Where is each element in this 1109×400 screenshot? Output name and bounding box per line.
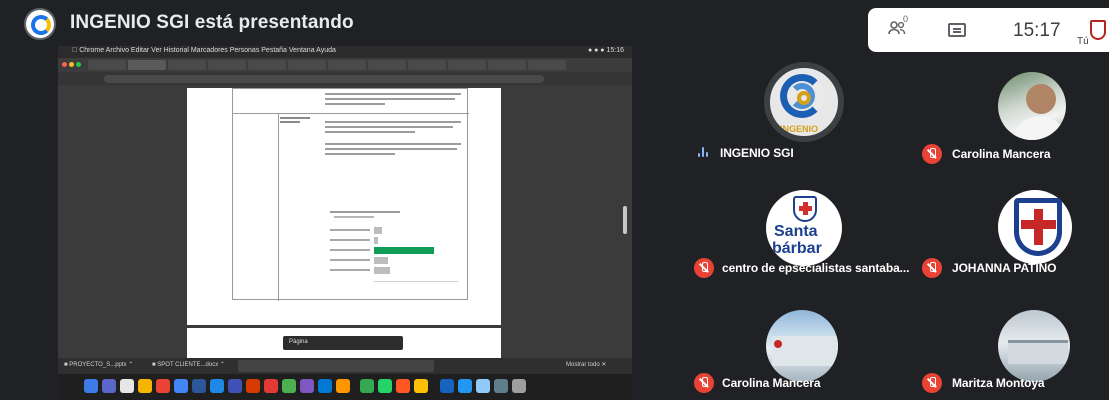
participant-name: Carolina Mancera (952, 147, 1051, 161)
participant-name: Carolina Mancera (722, 376, 821, 390)
embedded-chart (330, 211, 460, 289)
avatar (998, 310, 1070, 382)
avatar (766, 310, 838, 382)
self-label: Tú (1077, 36, 1089, 47)
browser-addressbar (58, 72, 632, 85)
mic-off-icon (922, 144, 942, 164)
mic-off-icon (694, 258, 714, 278)
presenter-avatar (24, 8, 56, 40)
participants-panel: INGENIO INGENIO SGI Carolina Mancera San… (686, 52, 1109, 400)
avatar: Santa bárbar (766, 190, 842, 266)
participant-tile[interactable]: INGENIO INGENIO SGI (686, 52, 916, 168)
participant-tile[interactable]: Maritza Montoya (922, 292, 1109, 400)
mac-dock (58, 374, 632, 400)
mic-off-icon (922, 258, 942, 278)
page-indicator: Página (283, 336, 403, 350)
mic-off-icon (694, 373, 714, 393)
document-page (187, 88, 501, 325)
scrollbar-thumb[interactable] (623, 206, 627, 234)
clock: 15:17 (1013, 20, 1061, 41)
participant-tile[interactable]: JOHANNA PATIÑO (922, 176, 1109, 292)
download-bar: ■ PROYECTO_S...pptx ⌃ ■ SPOT CLIENTE...d… (58, 358, 632, 374)
participant-name: Maritza Montoya (952, 376, 1045, 390)
presenting-bar: INGENIO SGI está presentando (0, 0, 868, 46)
avatar: INGENIO (764, 62, 844, 142)
speaking-icon (698, 146, 712, 158)
participant-name: centro de epsecialistas santaba... (722, 261, 910, 275)
shared-screen:  Chrome Archivo Editar Ver Historial Ma… (58, 46, 632, 400)
mac-menubar:  Chrome Archivo Editar Ver Historial Ma… (58, 46, 632, 58)
avatar (998, 72, 1066, 140)
presenting-title: INGENIO SGI está presentando (70, 12, 354, 33)
participant-name: JOHANNA PATIÑO (952, 261, 1057, 275)
participant-tile[interactable]: Carolina Mancera (922, 52, 1109, 168)
browser-tabstrip (58, 58, 632, 72)
people-icon[interactable]: 0 (888, 14, 908, 41)
chat-icon[interactable] (948, 23, 966, 37)
self-shield-icon[interactable] (1090, 20, 1106, 40)
mic-off-icon (922, 373, 942, 393)
participant-name: INGENIO SGI (720, 146, 794, 160)
participant-tile[interactable]: Santa bárbar centro de epsecialistas san… (686, 176, 916, 292)
avatar (998, 190, 1072, 264)
top-controls: 0 15:17 Tú (868, 8, 1109, 52)
people-count: 0 (903, 14, 909, 24)
participant-tile[interactable]: Carolina Mancera (686, 292, 916, 400)
